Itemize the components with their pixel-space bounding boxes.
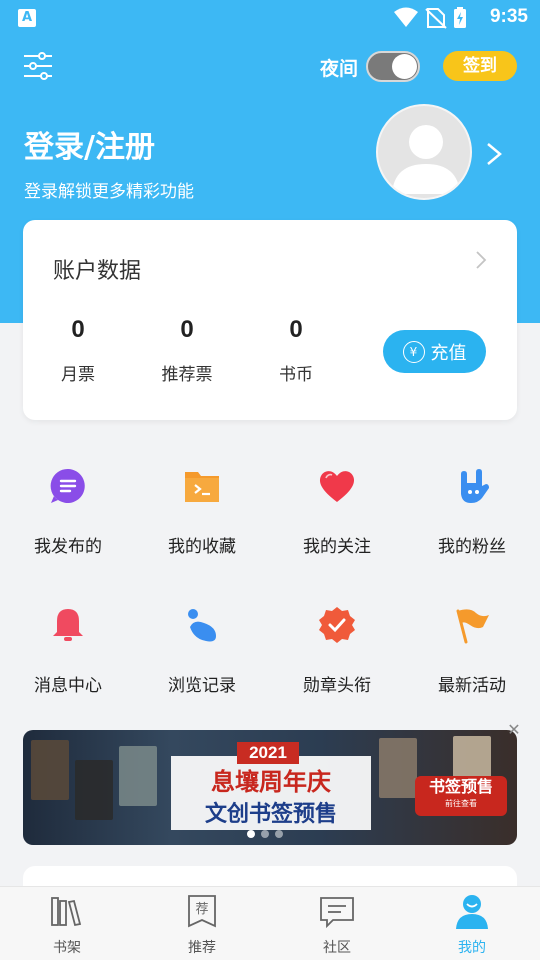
grid-item-latest-events[interactable]: 最新活动: [412, 605, 532, 696]
carousel-dot: [275, 830, 283, 838]
grid-item-message-center[interactable]: 消息中心: [8, 605, 128, 696]
grid-item-my-fans[interactable]: 我的粉丝: [412, 466, 532, 557]
app-notification-icon: A: [18, 9, 36, 27]
nav-tab-label: 推荐: [188, 940, 216, 956]
book-cover-image: [379, 738, 417, 798]
default-avatar-icon: [392, 125, 460, 194]
recharge-button[interactable]: ¥ 充值: [383, 330, 486, 373]
grid-item-my-following[interactable]: 我的关注: [277, 466, 397, 557]
clock: 9:35: [489, 6, 528, 27]
profile-icon: [456, 895, 488, 929]
login-register-link[interactable]: 登录/注册: [24, 122, 155, 166]
grid-item-label: 最新活动: [438, 676, 506, 696]
badge-subtitle: 前往查看: [445, 799, 477, 808]
grid-item-label: 我发布的: [34, 537, 102, 557]
bottom-navigation: 书架 荐 推荐 社区 我的: [0, 886, 540, 960]
book-cover-image: [75, 760, 113, 820]
heart-icon: [319, 471, 355, 502]
stat-value: 0: [289, 316, 303, 343]
bookshelf-icon: [51, 897, 82, 927]
stat-monthly-ticket[interactable]: 0 月票: [38, 316, 118, 385]
flag-icon: [456, 609, 489, 644]
night-mode-toggle[interactable]: [366, 51, 420, 82]
status-bar: A 9:35: [0, 0, 540, 36]
banner-year-tag: 2021: [237, 742, 299, 764]
system-status-icons: [394, 7, 466, 29]
nav-tab-mine[interactable]: 我的: [432, 893, 512, 957]
folder-icon: [185, 472, 219, 502]
bell-icon: [53, 609, 83, 641]
recharge-label: 充值: [430, 342, 467, 364]
grid-item-label: 我的粉丝: [438, 537, 506, 557]
chevron-right-icon[interactable]: [475, 250, 487, 270]
grid-item-label: 我的收藏: [168, 537, 236, 557]
stat-label: 书币: [279, 365, 313, 385]
battery-charging-icon: [454, 7, 466, 28]
grid-item-label: 浏览记录: [168, 676, 236, 696]
publish-icon: [50, 468, 85, 503]
badge-title: 书签预售: [428, 777, 493, 796]
svg-text:荐: 荐: [195, 902, 208, 917]
nav-tab-label: 社区: [323, 940, 351, 956]
stat-value: 0: [180, 316, 194, 343]
toggle-knob: [392, 54, 417, 79]
banner-presale-badge: 书签预售 前往查看: [415, 776, 507, 816]
grid-item-label: 我的关注: [303, 537, 371, 557]
book-cover-image: [119, 746, 157, 806]
community-icon: [320, 897, 354, 929]
nav-tab-bookshelf[interactable]: 书架: [27, 893, 107, 957]
recommend-icon: 荐: [188, 895, 216, 928]
nav-tab-label: 书架: [53, 940, 81, 956]
grid-item-my-posts[interactable]: 我发布的: [8, 466, 128, 557]
avatar[interactable]: [376, 104, 472, 200]
grid-item-medals-titles[interactable]: 勋章头衔: [277, 605, 397, 696]
grid-item-my-favorites[interactable]: 我的收藏: [142, 466, 262, 557]
banner-subheadline: 文创书签预售: [204, 802, 337, 827]
nav-tab-label: 我的: [458, 940, 486, 956]
history-icon: [188, 609, 216, 642]
chevron-right-icon[interactable]: [484, 140, 504, 168]
promo-banner[interactable]: 2021 息壤周年庆 文创书签预售 书签预售 前往查看: [23, 730, 517, 845]
grid-item-label: 勋章头衔: [303, 676, 371, 696]
nav-tab-community[interactable]: 社区: [297, 893, 377, 957]
stat-book-coins[interactable]: 0 书币: [256, 316, 336, 385]
grid-item-label: 消息中心: [34, 676, 102, 696]
grid-item-browse-history[interactable]: 浏览记录: [142, 605, 262, 696]
wifi-icon: [394, 7, 418, 27]
book-cover-image: [31, 740, 69, 800]
login-subtitle: 登录解锁更多精彩功能: [24, 182, 194, 202]
stat-label: 月票: [61, 365, 95, 385]
yen-icon: ¥: [402, 340, 425, 363]
carousel-dot: [261, 830, 269, 838]
stat-label: 推荐票: [161, 365, 213, 385]
medal-icon: [319, 607, 355, 643]
account-data-card[interactable]: 账户数据 0 月票 0 推荐票 0 书币 ¥ 充值: [23, 220, 517, 420]
stat-recommend-ticket[interactable]: 0 推荐票: [147, 316, 227, 385]
filter-settings-icon[interactable]: [22, 50, 54, 82]
hand-icon: [461, 469, 489, 503]
nav-tab-recommend[interactable]: 荐 推荐: [162, 893, 242, 957]
stat-value: 0: [71, 316, 85, 343]
signin-button[interactable]: 签到: [443, 51, 517, 81]
no-sim-icon: [425, 8, 447, 29]
banner-headline: 息壤周年庆: [211, 768, 331, 796]
account-data-title: 账户数据: [53, 259, 142, 284]
banner-close-icon[interactable]: ✕: [506, 722, 522, 738]
carousel-dot: [247, 830, 255, 838]
carousel-indicator: [247, 830, 283, 838]
night-mode-label: 夜间: [320, 58, 359, 80]
